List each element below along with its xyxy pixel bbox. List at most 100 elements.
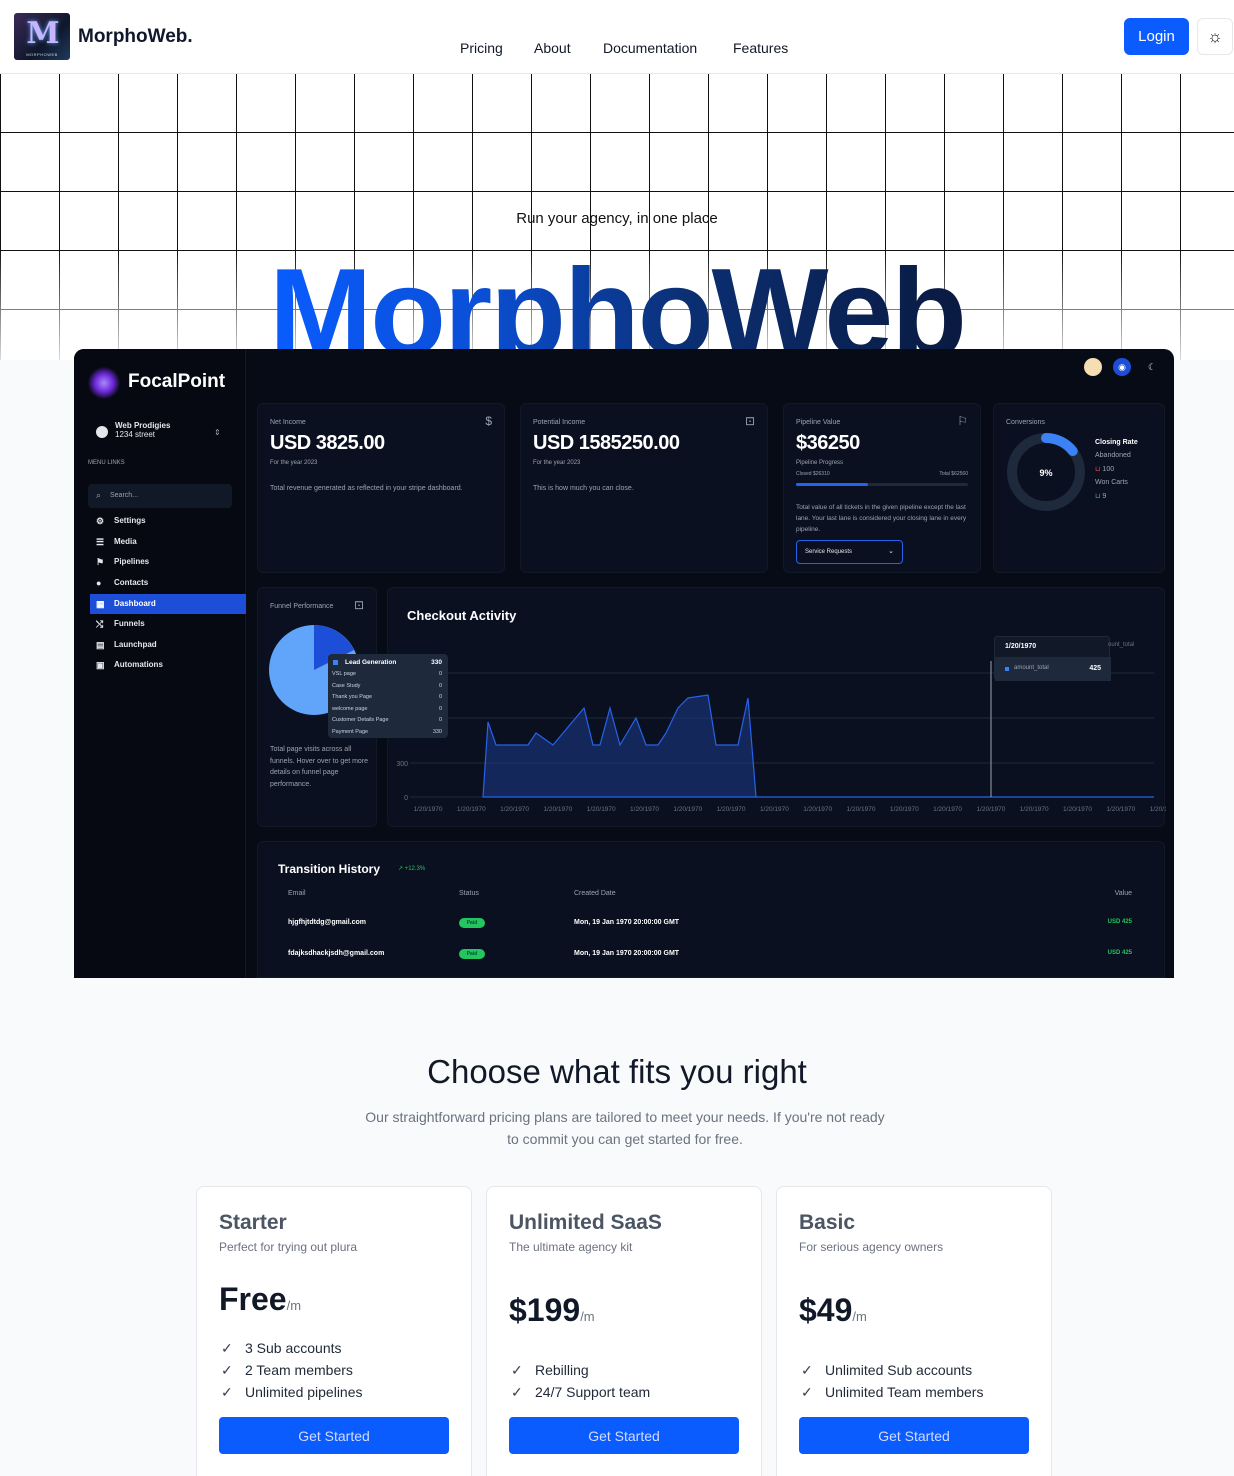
sidebar-item-label: Funnels [114,619,145,628]
checkout-tooltip: 1/20/1970 amount_total 425 [994,636,1111,681]
plan-description: The ultimate agency kit [509,1240,633,1254]
x-tick-label: 1/20/1970 [1106,806,1135,813]
pipeline-closed: Closed $26310 [796,471,830,477]
series-area-amount-total[interactable] [482,694,757,798]
plan-feature: ✓ Unlimited Sub accounts [801,1362,972,1379]
moon-icon[interactable]: ☾ [1143,358,1161,376]
plan-feature: ✓ 3 Sub accounts [221,1340,342,1357]
logo-mark: M [26,16,59,51]
x-tick-label: 1/20/1970 [414,806,443,813]
user-avatar[interactable] [1084,358,1102,376]
card-label: Funnel Performance [270,603,334,610]
sidebar-search-input[interactable]: ⌕ Search... [88,484,232,508]
card-subtitle: For the year 2023 [533,460,581,466]
tooltip-row-name: Thank you Page [332,694,373,700]
shuffle-icon: ⤭ [96,619,104,629]
nav-features[interactable]: Features [733,40,788,56]
logo-small-text: MORPHOWEB [26,52,58,57]
x-tick-label: 1/20/1970 [803,806,832,813]
x-tick-label: 1/20/1970 [933,806,962,813]
plan-feature: ✓ 24/7 Support team [511,1384,650,1401]
get-started-button[interactable]: Get Started [219,1417,449,1454]
person-icon: ● [96,578,102,588]
card-subtitle: For the year 2023 [270,460,318,466]
col-header-date: Created Date [574,890,616,897]
col-header-email: Email [288,890,306,897]
x-tick-label: 1/20/1970 [1063,806,1092,813]
trend-value: +12.3% [404,866,426,872]
tooltip-row-name: Case Study [332,682,361,689]
sidebar-item-automations[interactable]: ▣ Automations [90,655,246,675]
tooltip-row-value: 330 [432,728,442,735]
pipeline-progress-label: Pipeline Progress [796,460,844,466]
check-icon: ✓ [801,1384,813,1400]
sidebar-item-contacts[interactable]: ● Contacts [90,573,246,593]
abandoned-row: ⊔ 100 [1095,465,1114,473]
plan-price: $49/m [799,1292,867,1329]
clipboard-icon: ▤ [96,640,105,650]
hero-title: MorphoWeb [0,238,1234,350]
won-label: Won Carts [1095,479,1128,486]
logo[interactable]: M MORPHOWEB [14,13,70,60]
brand-name[interactable]: MorphoWeb. [78,26,193,48]
tooltip-date: 1/20/1970 [1005,643,1037,650]
sidebar-item-label: Launchpad [114,640,157,649]
account-avatar [96,426,108,438]
x-tick-label: 1/20/1970 [500,806,529,813]
sidebar-item-label: Automations [114,660,163,669]
dollar-icon: $ [485,414,492,428]
get-started-button[interactable]: Get Started [799,1417,1029,1454]
sidebar-item-settings[interactable]: ⚙ Settings [90,511,246,531]
theme-toggle-button[interactable]: ☼ [1197,18,1233,55]
sidebar-item-dashboard[interactable]: ▦ Dashboard [90,594,246,614]
x-tick-label: 1/20/1970 [847,806,876,813]
sidebar-item-pipelines[interactable]: ⚑ Pipelines [90,552,246,572]
y-tick-label: 0 [404,795,408,802]
hero-title-text: MorphoWeb [269,244,967,350]
gear-icon: ⚙ [96,516,105,526]
pipeline-select[interactable]: Service Requests ⌄ [796,540,903,564]
feature-label: Unlimited pipelines [245,1384,363,1400]
database-icon: ☰ [96,537,105,547]
account-switcher[interactable]: Web Prodigies 1234 street [115,421,170,439]
nav-documentation[interactable]: Documentation [603,40,697,56]
plan-feature: ✓ 2 Team members [221,1362,353,1379]
sidebar-item-label: Pipelines [114,557,150,566]
nav-about[interactable]: About [534,40,571,56]
get-started-button[interactable]: Get Started [509,1417,739,1454]
tooltip-row-value: 0 [438,671,442,677]
nav-pricing[interactable]: Pricing [460,40,503,56]
card-value: $36250 [796,432,860,454]
legend-swatch [1005,667,1009,671]
x-tick-label: 1/20/1970 [1150,806,1166,813]
table-cell-date: Mon, 19 Jan 1970 20:00:00 GMT [574,919,680,926]
plan-card-starter: Starter Perfect for trying out plura Fre… [196,1186,472,1476]
sidebar-item-media[interactable]: ☰ Media [90,532,246,552]
login-button[interactable]: Login [1124,18,1189,55]
legend-swatch [333,660,338,665]
chip-icon: ▣ [96,660,105,670]
sidebar-item-label: Dashboard [114,599,156,608]
pipeline-value-card: Pipeline Value $36250 Pipeline Progress … [783,403,981,573]
tooltip-row: amount_total 425 [995,657,1111,681]
abandoned-count: 100 [1102,466,1115,473]
sidebar-item-funnels[interactable]: ⤭ Funnels [90,614,246,634]
potential-income-card: Potential Income USD 1585250.00 For the … [520,403,768,573]
chevron-updown-icon: ⇕ [214,428,221,437]
plan-name: Unlimited SaaS [509,1211,662,1234]
pricing-title: Choose what fits you right [427,1053,807,1090]
tooltip-series: amount_total [1014,665,1049,671]
check-icon: ✓ [511,1384,523,1400]
check-icon: ✓ [801,1362,813,1378]
sidebar-item-launchpad[interactable]: ▤ Launchpad [90,635,246,655]
plan-feature: ✓ Unlimited pipelines [221,1384,363,1401]
cart-icon: ⊔ [1095,493,1101,500]
bell-icon[interactable]: ◉ [1113,358,1131,376]
x-tick-label: 1/20/1970 [1020,806,1049,813]
search-icon: ⌕ [96,490,102,500]
feature-label: Unlimited Sub accounts [825,1362,973,1378]
legend-label: ount_total [1108,642,1135,648]
plan-description: Perfect for trying out plura [219,1240,358,1254]
feature-label: 3 Sub accounts [245,1340,342,1356]
tooltip-row-name: Customer Details Page [332,717,389,723]
